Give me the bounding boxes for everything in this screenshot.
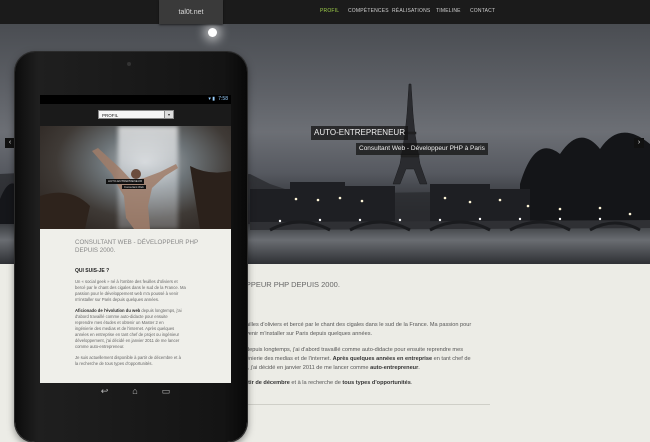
mobile-p2-line: développement, j'ai décidé en janvier 20… — [75, 338, 180, 343]
nav-item-realisations[interactable]: RÉALISATIONS — [392, 8, 430, 14]
chevron-down-icon: ▾ — [164, 111, 173, 118]
mobile-p2-line: comme auto-entrepreneur. — [75, 344, 125, 349]
nav-item-competences[interactable]: COMPÉTENCES — [348, 8, 389, 14]
select-value: PROFIL — [102, 113, 119, 118]
text-run-bold: auto-entrepreneur — [370, 365, 419, 371]
mobile-hero-image: AUTO-ENTREPRENEUR Consultant Web — [40, 126, 231, 229]
figure-silhouette — [40, 148, 231, 229]
mobile-p3-line: Je suis actuellement disponible à partir… — [75, 355, 181, 360]
text-run: et à la recherche de — [289, 380, 343, 386]
back-icon[interactable]: ↩ — [101, 386, 109, 397]
profile-line-5: r, j'ai décidé en janvier 2011 de me lan… — [246, 365, 420, 372]
profile-line-3: depuis longtemps, j'ai d'abord travaillé… — [246, 347, 463, 353]
profile-line-2: venir m'installer sur Paris depuis quelq… — [246, 331, 373, 337]
text-run-bold: Après quelques années en entreprise — [332, 356, 433, 362]
mobile-p2-line: Aficionado de l'évolution du web depuis … — [75, 308, 182, 314]
top-navigation: tal0t.net PROFIL COMPÉTENCES RÉALISATION… — [0, 0, 650, 24]
text-run: depuis longtemps, j'ai — [140, 308, 182, 313]
mobile-p2-line: d'abord travaillé comme auto-didacte pou… — [75, 314, 168, 319]
mobile-p1-line: Un « social geek » né à l'ombre des feui… — [75, 279, 178, 284]
mobile-p3-line: la recherche de tous types d'opportunité… — [75, 361, 153, 366]
profile-line-6: rtir de décembre et à la recherche de to… — [246, 380, 412, 387]
mobile-p1-line: m'installer sur Paris depuis quelques an… — [75, 297, 160, 302]
mobile-hero-title: AUTO-ENTREPRENEUR — [106, 179, 145, 184]
signal-icon: ▾ ▮ — [208, 96, 215, 102]
mobile-heading: QUI SUIS-JE ? — [75, 268, 110, 274]
hero-title: AUTO-ENTREPRENEUR — [311, 126, 408, 140]
profile-line-4: énierie des medias et de l'internet. Apr… — [246, 356, 471, 363]
profile-subtitle: OPPEUR PHP DEPUIS 2000. — [240, 280, 340, 289]
camera-icon — [127, 62, 131, 66]
main-nav: PROFIL COMPÉTENCES RÉALISATIONS TIMELINE… — [320, 0, 650, 24]
mobile-nav-select[interactable]: PROFIL ▾ — [98, 110, 174, 119]
mobile-hero-subtitle: Consultant Web — [122, 185, 146, 189]
tablet-screen: ▾ ▮ 7:58 PROFIL ▾ AUTO-ENTREPRENEUR Cons… — [40, 95, 231, 383]
slider-prev-button[interactable]: ‹ — [5, 138, 15, 148]
home-icon[interactable]: ⌂ — [132, 386, 137, 396]
mobile-p1-line: bercé par le chant des cigales dans le s… — [75, 285, 186, 290]
mobile-p2-line: reprendre mes études et obtenir un Maste… — [75, 320, 164, 325]
text-run: . — [410, 380, 413, 386]
status-time: 7:58 — [218, 96, 228, 102]
tablet-device: ▾ ▮ 7:58 PROFIL ▾ AUTO-ENTREPRENEUR Cons… — [15, 52, 247, 442]
text-run-bold: Aficionado de l'évolution du web — [75, 308, 141, 313]
site-logo[interactable]: tal0t.net — [159, 0, 223, 24]
text-run: énierie des medias et de l'internet. — [246, 356, 333, 362]
nav-item-profil[interactable]: PROFIL — [320, 8, 339, 14]
mobile-subtitle-1: CONSULTANT WEB - DÉVELOPPEUR PHP — [75, 239, 199, 246]
mobile-p1-line: passion pour le développement web m'a po… — [75, 291, 179, 296]
android-softkeys: ↩ ⌂ ▭ — [40, 383, 231, 399]
mobile-p2-line: ingénierie des medias et de l'internet. … — [75, 326, 175, 331]
profile-line-1: ailles d'oliviers et bercé par le chant … — [246, 322, 472, 328]
slider-next-button[interactable]: › — [634, 138, 644, 148]
text-run: r, j'ai décidé en janvier 2011 de me lan… — [246, 365, 371, 371]
text-run: en tant chef de — [432, 356, 471, 362]
section-divider — [240, 404, 490, 405]
text-run: . — [418, 365, 420, 371]
mobile-profile-content: CONSULTANT WEB - DÉVELOPPEUR PHP DEPUIS … — [40, 229, 231, 383]
text-run-bold: tous types d'opportunités — [342, 380, 411, 386]
status-bar: ▾ ▮ 7:58 — [40, 95, 231, 104]
recent-apps-icon[interactable]: ▭ — [162, 386, 171, 397]
nav-item-timeline[interactable]: TIMELINE — [436, 8, 461, 14]
text-run-bold: rtir de décembre — [246, 380, 290, 386]
mobile-p2-line: années en entreprise en tant chef de pro… — [75, 332, 180, 337]
hero-subtitle: Consultant Web - Développeur PHP à Paris — [356, 143, 488, 155]
nav-item-contact[interactable]: CONTACT — [470, 8, 495, 14]
mobile-subtitle-2: DEPUIS 2000. — [75, 247, 116, 254]
mobile-nav: PROFIL ▾ — [40, 104, 231, 126]
